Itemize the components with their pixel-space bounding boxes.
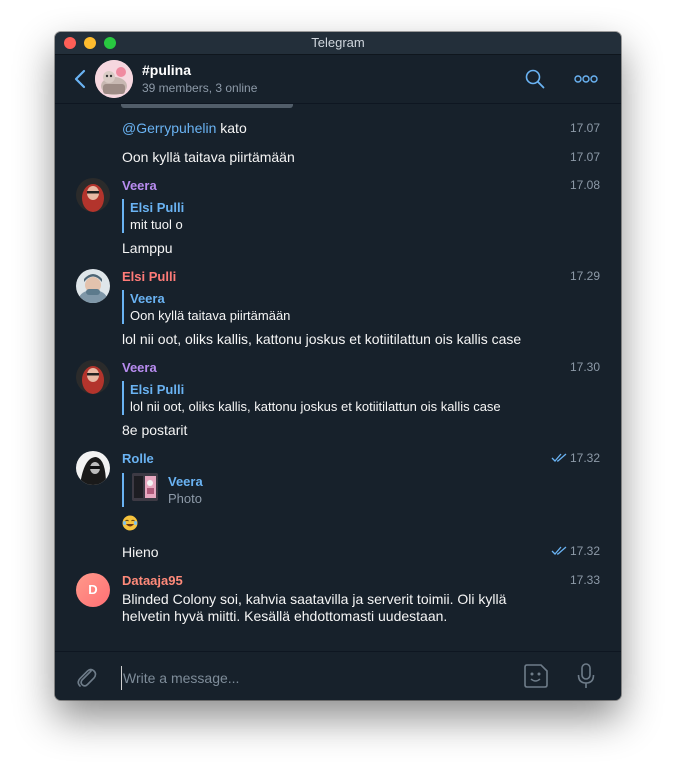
reply-sender: Veera (130, 291, 165, 306)
message-time: 17.32 (569, 544, 600, 558)
reply-photo-thumbnail (132, 473, 158, 501)
chat-title[interactable]: #pulina (142, 62, 191, 78)
back-arrow-icon[interactable] (73, 68, 87, 90)
sticker-preview-edge (121, 104, 293, 108)
laughing-emoji-icon (122, 515, 138, 531)
message-body: kato (216, 120, 247, 136)
avatar-elsi-pulli[interactable] (76, 269, 110, 303)
message-list[interactable]: @Gerrypuhelin kato 17.07 Oon kyllä taita… (55, 104, 621, 650)
reply-quote[interactable]: Veera Photo (122, 473, 203, 507)
chat-header: #pulina 39 members, 3 online (55, 55, 621, 104)
sender-name[interactable]: Veera (122, 178, 157, 193)
message-time: 17.30 (569, 360, 600, 374)
message-time: 17.07 (569, 121, 600, 135)
message-text-line: Blinded Colony soi, kahvia saatavilla ja… (122, 591, 507, 607)
sender-name[interactable]: Elsi Pulli (122, 269, 176, 284)
reply-sender: Veera (168, 474, 203, 489)
message-time: 17.33 (569, 573, 600, 587)
avatar-veera[interactable] (76, 360, 110, 394)
reply-quote[interactable]: Veera Oon kyllä taitava piirtämään (122, 290, 290, 324)
reply-text: Photo (168, 491, 202, 506)
mention-link[interactable]: @Gerrypuhelin (122, 120, 216, 136)
sender-name[interactable]: Rolle (122, 451, 154, 466)
avatar-veera[interactable] (76, 178, 110, 212)
message-text-line: helvetin hyvä miitti. Kesällä ehdottomas… (122, 608, 448, 624)
avatar-dataaja95[interactable]: D (76, 573, 110, 607)
microphone-icon[interactable] (576, 662, 596, 690)
message-time: 17.32 (569, 451, 600, 465)
reply-sender: Elsi Pulli (130, 382, 185, 397)
reply-text: mit tuol o (130, 217, 183, 232)
message-time: 17.08 (569, 178, 600, 192)
message-text: Oon kyllä taitava piirtämään (122, 149, 295, 165)
sender-name[interactable]: Dataaja95 (122, 573, 183, 588)
message-text: @Gerrypuhelin kato (122, 120, 247, 137)
reply-text: lol nii oot, oliks kallis, kattonu josku… (130, 399, 501, 414)
more-icon[interactable] (574, 70, 598, 88)
double-check-icon (551, 546, 567, 555)
message-input[interactable] (121, 666, 505, 690)
title-bar: Telegram (55, 32, 621, 55)
reply-text: Oon kyllä taitava piirtämään (130, 308, 291, 323)
reply-quote[interactable]: Elsi Pulli lol nii oot, oliks kallis, ka… (122, 381, 501, 415)
message-text: Lamppu (122, 240, 173, 256)
window-title: Telegram (311, 35, 365, 50)
message-text: 8e postarit (122, 422, 188, 438)
message-composer (55, 651, 621, 700)
avatar-rolle[interactable] (76, 451, 110, 485)
message-text: lol nii oot, oliks kallis, kattonu josku… (122, 331, 522, 347)
reply-quote[interactable]: Elsi Pulli mit tuol o (122, 199, 184, 233)
reply-sender: Elsi Pulli (130, 200, 185, 215)
sender-name[interactable]: Veera (122, 360, 157, 375)
attach-icon[interactable] (75, 665, 97, 689)
message-time: 17.29 (569, 269, 600, 283)
chat-avatar[interactable] (95, 60, 133, 98)
telegram-window: Telegram #pulina 39 members, 3 online @G… (55, 32, 621, 700)
message-time: 17.07 (569, 150, 600, 164)
chat-status: 39 members, 3 online (142, 81, 258, 95)
search-icon[interactable] (525, 69, 545, 89)
sticker-icon[interactable] (523, 663, 549, 689)
double-check-icon (551, 453, 567, 462)
message-text: Hieno (122, 544, 159, 560)
